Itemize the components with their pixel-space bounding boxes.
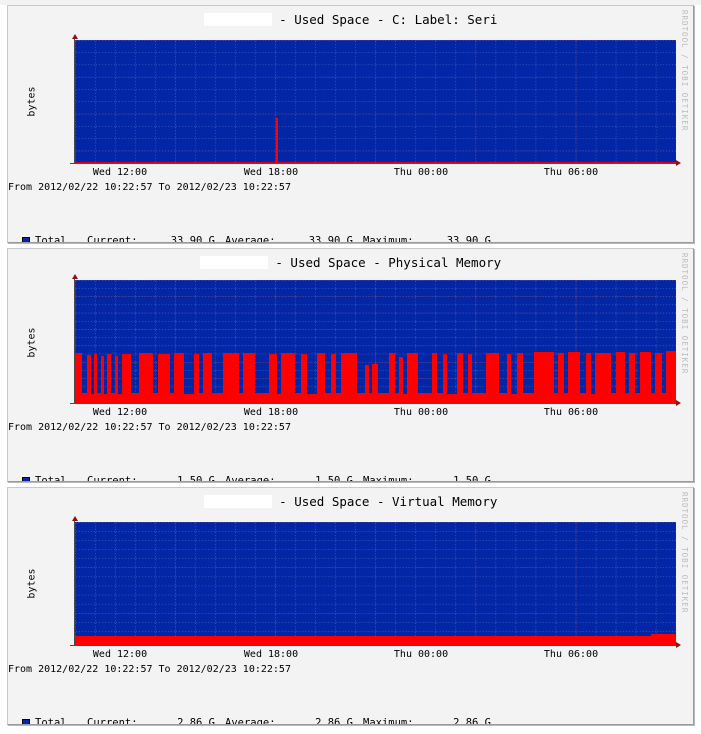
plot-svg [75,280,676,403]
legend-maximum-value: 1.50 G [453,475,491,482]
plot-canvas [75,522,676,645]
rrdtool-watermark: RRDTOOL / TOBI OETIKER [680,492,689,614]
y-tick: 1.2 G [7,300,8,311]
y-axis-label: bytes [26,568,38,599]
y-axis-arrow-icon [72,274,78,279]
x-axis-line [70,645,678,646]
x-axis-line [70,163,678,164]
legend-swatch-total-icon [22,477,30,481]
graph-title: - Used Space - C: Label: Seri [8,12,693,27]
graph-title: - Used Space - Physical Memory [8,255,693,270]
y-tick: 0.6 G [7,349,8,360]
y-tick: 30 G [7,47,8,58]
y-axis-label: bytes [26,327,38,358]
y-tick: 1.0 G [7,316,8,327]
redacted-hostname [203,495,272,508]
x-tick: Wed 12:00 [92,167,148,178]
plot-canvas [75,40,676,163]
legend-average-value: 2.86 G [315,717,353,725]
legend-current-value: 1.50 G [177,475,215,482]
legend-maximum-label: Maximum: [363,235,414,243]
graph-panel-physical-memory: - Used Space - Physical Memory RRDTOOL /… [7,248,694,482]
legend-average-value: 1.50 G [315,475,353,482]
x-tick: Wed 18:00 [243,407,299,418]
legend-swatch-total-icon [22,719,30,724]
y-tick: 0.0 [7,639,8,650]
y-tick: 0.4 G [7,365,8,376]
x-axis-arrow-icon [676,642,681,648]
x-tick: Wed 18:00 [243,167,299,178]
graph-panel-disk: - Used Space - C: Label: Seri RRDTOOL / … [7,5,694,243]
y-tick: 0.0 [7,397,8,408]
graph-title-text: - Used Space - Physical Memory [275,255,502,270]
legend-row-total: Total Current: 2.86 G Average: 2.86 G Maximum… [22,717,491,725]
y-axis-arrow-icon [72,516,78,521]
rrdtool-graph-page: - Used Space - C: Label: Seri RRDTOOL / … [0,5,701,734]
x-axis-line [70,403,678,404]
legend-average-label: Average: [225,475,276,482]
y-tick: 1.0 G [7,593,8,604]
x-tick: Wed 18:00 [243,649,299,660]
legend-series-name: Total [35,717,67,725]
redacted-hostname [203,13,272,26]
legend-row-total: Total Current: 33.90 G Average: 33.90 G Maxim… [22,235,491,243]
x-tick: Thu 00:00 [393,167,449,178]
y-axis-arrow-icon [72,34,78,39]
graph-panel-virtual-memory: - Used Space - Virtual Memory RRDTOOL / … [7,487,694,725]
graph-title-text: - Used Space - C: Label: Seri [279,12,498,27]
legend-current-label: Current: [87,475,138,482]
y-tick: 20 G [7,83,8,94]
plot-canvas [75,280,676,403]
rrdtool-watermark: RRDTOOL / TOBI OETIKER [680,10,689,132]
x-tick: Thu 06:00 [543,649,599,660]
y-axis-label: bytes [26,86,38,117]
redacted-hostname [199,256,268,269]
legend-current-label: Current: [87,717,138,725]
plot-svg [75,40,676,163]
y-tick: 2.0 G [7,548,8,559]
x-axis-arrow-icon [676,400,681,406]
legend-average-label: Average: [225,235,276,243]
graph-title: - Used Space - Virtual Memory [8,494,693,509]
legend-maximum-value: 2.86 G [453,717,491,725]
legend-current-label: Current: [87,235,138,243]
y-tick: 10 G [7,120,8,131]
x-tick: Wed 12:00 [92,407,148,418]
legend-maximum-value: 33.90 G [446,235,491,243]
graph-title-text: - Used Space - Virtual Memory [279,494,498,509]
y-tick: 0.8 G [7,332,8,343]
legend-current-value: 33.90 G [170,235,215,243]
graph-legend: Total Current: 2.86 G Average: 2.86 G Maximum… [22,691,491,725]
y-tick: 0.2 G [7,381,8,392]
legend-series-name: Total [35,235,67,243]
legend-swatch-total-icon [22,237,30,242]
legend-current-value: 2.86 G [177,717,215,725]
y-tick: 0 [7,157,8,168]
x-tick: Thu 00:00 [393,407,449,418]
legend-average-value: 33.90 G [308,235,353,243]
legend-series-name: Total [35,475,67,482]
x-tick: Thu 06:00 [543,167,599,178]
graph-legend: Total Current: 33.90 G Average: 33.90 G Maxim… [22,209,491,243]
rrdtool-watermark: RRDTOOL / TOBI OETIKER [680,253,689,375]
x-axis-arrow-icon [676,160,681,166]
legend-maximum-label: Maximum: [363,717,414,725]
plot-svg [75,522,676,645]
legend-average-label: Average: [225,717,276,725]
legend-row-total: Total Current: 1.50 G Average: 1.50 G Maximum… [22,475,491,482]
x-tick: Thu 00:00 [393,649,449,660]
graph-legend: Total Current: 1.50 G Average: 1.50 G Maximum… [22,449,491,482]
x-tick: Thu 06:00 [543,407,599,418]
x-tick: Wed 12:00 [92,649,148,660]
legend-maximum-label: Maximum: [363,475,414,482]
y-tick: 1.4 G [7,284,8,295]
